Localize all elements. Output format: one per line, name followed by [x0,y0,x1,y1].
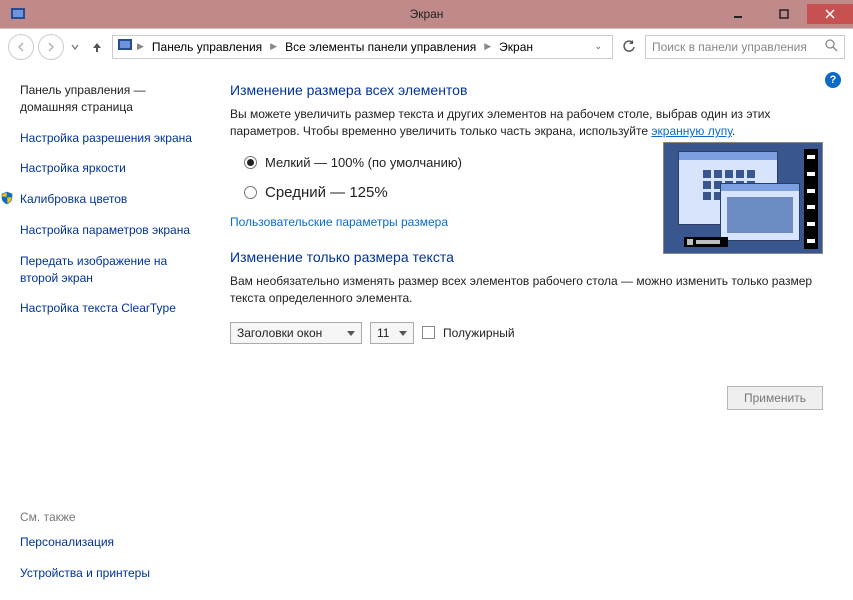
app-icon [10,6,26,22]
chevron-right-icon: ▶ [268,41,279,52]
sidebar-item-brightness[interactable]: Настройка яркости [20,160,206,177]
maximize-button[interactable] [761,4,807,24]
radio-label: Мелкий — 100% (по умолчанию) [265,155,462,170]
history-dropdown[interactable] [68,34,82,60]
refresh-button[interactable] [617,36,641,58]
sidebar-item-color-calibration[interactable]: Калибровка цветов [20,191,127,208]
search-icon [825,39,838,55]
description-text-size: Вам необязательно изменять размер всех э… [230,273,823,308]
breadcrumb-item[interactable]: Все элементы панели управления [281,40,480,54]
sidebar-home[interactable]: Панель управления — домашняя страница [20,82,206,116]
radio-icon[interactable] [244,156,257,169]
description: Вы можете увеличить размер текста и друг… [230,106,823,141]
bold-checkbox[interactable] [422,326,435,339]
up-button[interactable] [86,36,108,58]
breadcrumb[interactable]: ▶ Панель управления ▶ Все элементы панел… [112,35,613,59]
text-size-controls: Заголовки окон 11 Полужирный [230,322,823,344]
apply-button[interactable]: Применить [727,386,823,410]
bold-label: Полужирный [443,326,515,340]
sidebar-item-cleartype[interactable]: Настройка текста ClearType [20,300,206,317]
radio-icon[interactable] [244,186,257,199]
sidebar: Панель управления — домашняя страница На… [0,64,220,600]
chevron-right-icon: ▶ [135,41,146,52]
sidebar-related-devices[interactable]: Устройства и принтеры [20,565,206,582]
minimize-button[interactable] [715,4,761,24]
sidebar-item-display-settings[interactable]: Настройка параметров экрана [20,222,206,239]
sidebar-related-personalization[interactable]: Персонализация [20,534,206,551]
close-button[interactable] [807,4,853,24]
size-select[interactable]: 11 [370,322,414,344]
body: ? Панель управления — домашняя страница … [0,64,853,600]
window-controls [715,4,853,24]
window: Экран ▶ Панель управления ▶ Все элементы… [0,0,853,600]
search-placeholder: Поиск в панели управления [652,40,807,54]
sidebar-item-project[interactable]: Передать изображение на второй экран [20,253,206,287]
see-also-label: См. также [20,510,206,524]
magnifier-link[interactable]: экранную лупу [651,124,732,138]
window-title: Экран [410,7,444,21]
chevron-down-icon[interactable]: ⌄ [588,41,608,52]
breadcrumb-item[interactable]: Экран [495,40,537,54]
heading-resize-all: Изменение размера всех элементов [230,82,823,98]
element-select[interactable]: Заголовки окон [230,322,362,344]
chevron-right-icon: ▶ [482,41,493,52]
preview-illustration [663,142,823,254]
breadcrumb-icon [117,37,133,56]
search-input[interactable]: Поиск в панели управления [645,35,845,59]
toolbar: ▶ Панель управления ▶ Все элементы панел… [0,28,853,64]
main: Изменение размера всех элементов Вы може… [220,64,853,600]
shield-icon [0,191,14,205]
sidebar-item-resolution[interactable]: Настройка разрешения экрана [20,130,206,147]
breadcrumb-item[interactable]: Панель управления [148,40,266,54]
radio-label: Средний — 125% [265,184,388,201]
back-button[interactable] [8,34,34,60]
forward-button[interactable] [38,34,64,60]
titlebar[interactable]: Экран [0,0,853,28]
